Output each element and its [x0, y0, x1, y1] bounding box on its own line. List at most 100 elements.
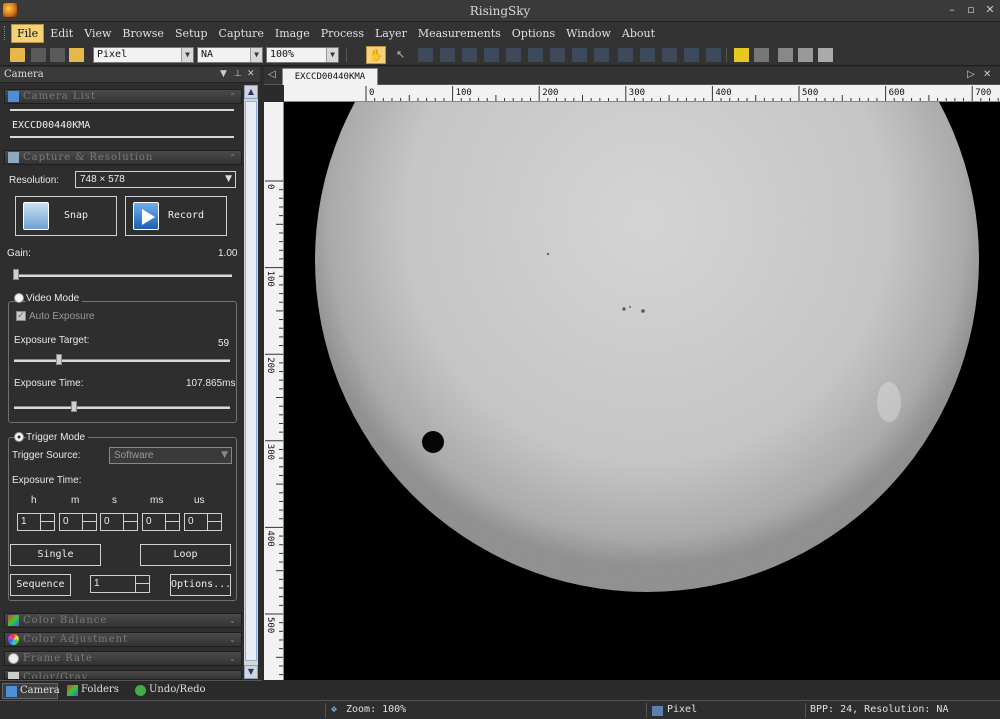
- angle-tool-icon[interactable]: [528, 48, 543, 62]
- line-tool-icon[interactable]: [418, 48, 433, 62]
- menu-capture[interactable]: Capture: [214, 25, 269, 42]
- copy-icon[interactable]: [778, 48, 793, 62]
- maximize-icon[interactable]: ▫: [963, 3, 979, 17]
- auto-exposure-checkbox[interactable]: ✓: [16, 311, 26, 321]
- single-button[interactable]: Single: [10, 544, 101, 566]
- count-tool-icon[interactable]: [706, 48, 721, 62]
- curve-tool-icon[interactable]: [506, 48, 521, 62]
- section-capture-resolution[interactable]: Capture & Resolution ⌃: [4, 150, 242, 165]
- menu-about[interactable]: About: [617, 25, 660, 42]
- menu-options[interactable]: Options: [507, 25, 560, 42]
- spin-arrows-icon[interactable]: [135, 576, 149, 592]
- open-folder-icon[interactable]: [10, 48, 25, 62]
- trigger-source-select[interactable]: Software ▼: [109, 447, 232, 464]
- layer-icon[interactable]: [754, 48, 769, 62]
- minutes-stepper[interactable]: 0: [59, 513, 97, 531]
- exposure-time-thumb[interactable]: [70, 401, 77, 412]
- units-select[interactable]: Pixel ▼: [93, 47, 194, 63]
- arc-tool-icon[interactable]: [640, 48, 655, 62]
- trigger-mode-radio[interactable]: [14, 432, 24, 442]
- tab-undo-redo[interactable]: Undo/Redo: [132, 683, 206, 699]
- calibrate-tool-icon[interactable]: [684, 48, 699, 62]
- menu-grip[interactable]: [4, 26, 7, 40]
- seconds-stepper[interactable]: 0: [100, 513, 138, 531]
- spin-arrows-icon[interactable]: [165, 514, 179, 530]
- polygon-tool-icon[interactable]: [484, 48, 499, 62]
- circle-tool-icon[interactable]: [618, 48, 633, 62]
- save-icon[interactable]: [31, 48, 46, 62]
- ruler-label: 600: [889, 88, 905, 98]
- options-button[interactable]: Options...: [170, 574, 231, 596]
- snap-button[interactable]: Snap: [15, 196, 117, 236]
- window-title: RisingSky: [469, 4, 531, 18]
- spin-arrows-icon[interactable]: [40, 514, 54, 530]
- minimize-icon[interactable]: –: [944, 3, 960, 17]
- na-select[interactable]: NA ▼: [197, 47, 263, 63]
- sequence-count-stepper[interactable]: 1: [90, 575, 150, 593]
- section-camera-list[interactable]: Camera List ⌃: [4, 89, 242, 104]
- menu-edit[interactable]: Edit: [45, 25, 78, 42]
- zoom-select[interactable]: 100% ▼: [266, 47, 339, 63]
- document-tab[interactable]: EXCCD00440KMA: [282, 68, 378, 85]
- menu-setup[interactable]: Setup: [170, 25, 213, 42]
- align-icon[interactable]: [798, 48, 813, 62]
- panel-scrollbar[interactable]: ▲ ▼: [244, 85, 258, 679]
- spin-arrows-icon[interactable]: [82, 514, 96, 530]
- document-close-icon[interactable]: ✕: [983, 69, 991, 80]
- panel-close-icon[interactable]: ✕: [247, 69, 255, 79]
- pin-icon[interactable]: ⊥: [234, 69, 242, 79]
- camera-list-item[interactable]: EXCCD00440KMA: [12, 120, 90, 131]
- section-color-adjustment[interactable]: Color Adjustment ⌄: [4, 632, 242, 647]
- rect-tool-icon[interactable]: [440, 48, 455, 62]
- tab-camera[interactable]: Camera: [2, 683, 60, 699]
- trigger-mode-label: Trigger Mode: [26, 432, 89, 443]
- title-bar: RisingSky – ▫ ✕: [0, 0, 1000, 22]
- image-canvas[interactable]: [284, 102, 1000, 680]
- menu-view[interactable]: View: [79, 25, 116, 42]
- spin-arrows-icon[interactable]: [123, 514, 137, 530]
- point-tool-icon[interactable]: [572, 48, 587, 62]
- sequence-button[interactable]: Sequence: [10, 574, 71, 596]
- menu-file[interactable]: File: [11, 23, 45, 43]
- menu-window[interactable]: Window: [561, 25, 616, 42]
- tab-scroll-left-icon[interactable]: ◁: [268, 69, 276, 80]
- tab-label: Folders: [81, 684, 119, 695]
- browse-folder-icon[interactable]: [69, 48, 84, 62]
- scale-tool-icon[interactable]: [662, 48, 677, 62]
- resolution-select[interactable]: 748 × 578 ▼: [75, 171, 236, 188]
- menu-process[interactable]: Process: [316, 25, 369, 42]
- milliseconds-stepper[interactable]: 0: [142, 513, 180, 531]
- loop-button[interactable]: Loop: [140, 544, 231, 566]
- grid-icon[interactable]: [818, 48, 833, 62]
- microseconds-stepper[interactable]: 0: [184, 513, 222, 531]
- menu-layer[interactable]: Layer: [370, 25, 412, 42]
- record-button[interactable]: Record: [125, 196, 227, 236]
- scroll-up-icon[interactable]: ▲: [244, 85, 258, 99]
- tab-scroll-right-icon[interactable]: ▷: [967, 69, 975, 80]
- tab-folders[interactable]: Folders: [64, 683, 126, 699]
- video-mode-radio[interactable]: [14, 293, 24, 303]
- pointer-tool-icon[interactable]: ↖: [396, 48, 411, 62]
- ellipse-tool-icon[interactable]: [462, 48, 477, 62]
- scroll-thumb[interactable]: [245, 101, 257, 661]
- save-all-icon[interactable]: [50, 48, 65, 62]
- arrow-tool-icon[interactable]: [594, 48, 609, 62]
- menu-browse[interactable]: Browse: [117, 25, 169, 42]
- menu-image[interactable]: Image: [270, 25, 315, 42]
- scroll-down-icon[interactable]: ▼: [244, 665, 258, 679]
- menu-measurements[interactable]: Measurements: [413, 25, 506, 42]
- panel-menu-icon[interactable]: ▼: [220, 69, 227, 79]
- hours-stepper[interactable]: 1: [17, 513, 55, 531]
- close-icon[interactable]: ✕: [982, 3, 998, 17]
- exposure-target-thumb[interactable]: [56, 354, 62, 365]
- spin-arrows-icon[interactable]: [207, 514, 221, 530]
- hand-tool-icon[interactable]: ✋: [366, 46, 386, 64]
- gain-slider-thumb[interactable]: [13, 269, 19, 280]
- ruler-icon[interactable]: [734, 48, 749, 62]
- text-tool-icon[interactable]: [550, 48, 565, 62]
- section-frame-rate[interactable]: Frame Rate ⌄: [4, 651, 242, 666]
- video-mode-label: Video Mode: [26, 293, 83, 304]
- section-color-gray[interactable]: Color/Gray: [4, 670, 242, 680]
- section-color-balance[interactable]: Color Balance ⌄: [4, 613, 242, 628]
- hours-value: 1: [21, 516, 27, 527]
